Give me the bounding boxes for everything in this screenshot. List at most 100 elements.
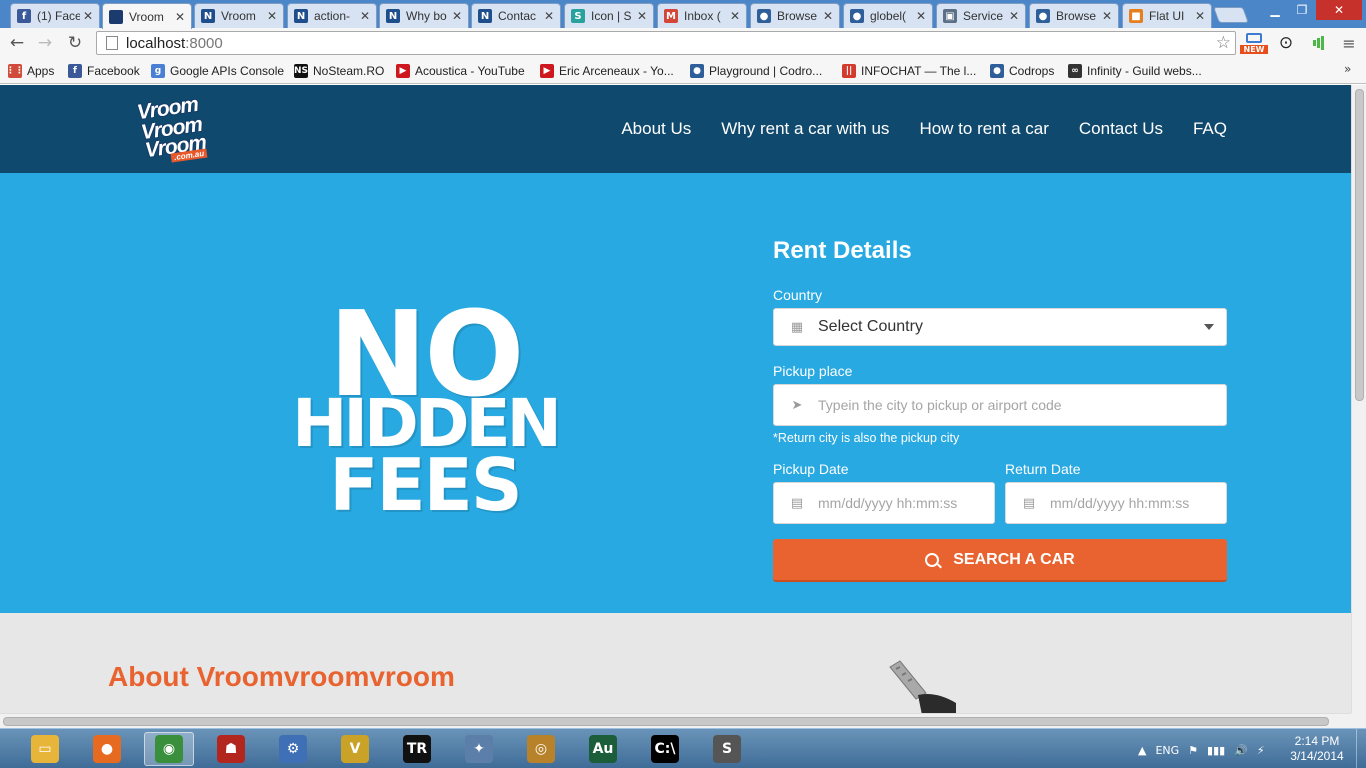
bookmark-item[interactable]: ● Codrops — [990, 62, 1054, 80]
nav-about-us[interactable]: About Us — [621, 119, 691, 139]
restore-icon[interactable]: ❐ — [1289, 0, 1315, 20]
bookmark-item[interactable]: ▶ Acoustica - YouTube — [396, 62, 525, 80]
browser-tab[interactable]: Vroom ✕ — [102, 3, 192, 29]
back-arrow-icon[interactable]: ← — [6, 32, 28, 54]
network-icon[interactable]: ▮▮▮ — [1207, 744, 1225, 757]
vertical-scrollbar[interactable] — [1351, 85, 1366, 713]
search-car-button[interactable]: SEARCH A CAR — [773, 539, 1227, 582]
tab-close-icon[interactable]: ✕ — [637, 9, 647, 23]
return-date-input[interactable]: ▤ mm/dd/yyyy hh:mm:ss — [1005, 482, 1227, 524]
tab-close-icon[interactable]: ✕ — [83, 9, 93, 23]
tab-close-icon[interactable]: ✕ — [1195, 9, 1205, 23]
taskbar-app[interactable]: ▭ — [20, 732, 70, 766]
building-icon: ▦ — [790, 319, 804, 335]
return-city-hint: *Return city is also the pickup city — [773, 431, 960, 445]
tab-title: Service — [963, 9, 1004, 23]
bookmark-item[interactable]: g Google APIs Console — [151, 62, 284, 80]
country-select[interactable]: ▦ Select Country — [773, 308, 1227, 346]
taskbar-app[interactable]: Au — [578, 732, 628, 766]
taskbar-app[interactable]: V — [330, 732, 380, 766]
bookmark-item[interactable]: ▶ Eric Arceneaux - Yo... — [540, 62, 674, 80]
browser-tab[interactable]: ■ Flat UI ✕ — [1122, 3, 1212, 28]
taskbar-app[interactable]: ☗ — [206, 732, 256, 766]
network-tool-icon: ⚙ — [279, 735, 307, 763]
taskbar-app[interactable]: TR — [392, 732, 442, 766]
show-hidden-icons-icon[interactable]: ▲ — [1138, 744, 1146, 757]
pickup-place-input[interactable]: ➤ Typein the city to pickup or airport c… — [773, 384, 1227, 426]
browser-tab[interactable]: S Icon | S ✕ — [564, 3, 654, 28]
browser-tab[interactable]: N Contac ✕ — [471, 3, 561, 28]
browser-tab[interactable]: Naction- ✕ — [287, 3, 377, 28]
nav-how-to-rent[interactable]: How to rent a car — [919, 119, 1048, 139]
tab-close-icon[interactable]: ✕ — [730, 9, 740, 23]
taskbar-app[interactable]: S — [702, 732, 752, 766]
taskbar-app[interactable]: ● — [82, 732, 132, 766]
address-bar[interactable]: localhost:8000 ☆ — [96, 31, 1236, 55]
apps-grid-icon: ⋮⋮ — [6, 64, 24, 78]
bookmark-item[interactable]: f Facebook — [68, 62, 140, 80]
browser-tab[interactable]: f (1) Face ✕ — [10, 3, 100, 28]
tab-title: Browse — [777, 9, 818, 23]
browser-tab[interactable]: N Vroom ✕ — [194, 3, 284, 28]
calendar-icon: ▤ — [790, 495, 804, 511]
power-icon[interactable]: ⚡ — [1257, 744, 1265, 757]
vroom-logo[interactable]: Vroom Vroom Vroom .com.au — [131, 92, 227, 167]
nav-faq[interactable]: FAQ — [1193, 119, 1227, 139]
tab-close-icon[interactable]: ✕ — [916, 9, 926, 23]
tab-title: action- — [314, 9, 351, 23]
tab-close-icon[interactable]: ✕ — [544, 9, 554, 23]
tab-close-icon[interactable]: ✕ — [452, 9, 462, 23]
bookmarks-overflow-icon[interactable]: » — [1344, 62, 1351, 76]
browser-tab[interactable]: N Why bo ✕ — [379, 3, 469, 28]
taskbar-clock[interactable]: 2:14 PM 3/14/2014 — [1284, 734, 1350, 764]
bookmark-star-icon[interactable]: ☆ — [1216, 33, 1231, 53]
taskbar-app[interactable]: C:\ — [640, 732, 690, 766]
bookmark-label: Playground | Codro... — [709, 64, 823, 78]
tab-close-icon[interactable]: ✕ — [360, 9, 370, 23]
bookmark-item[interactable]: ● Playground | Codro... — [690, 62, 822, 80]
taskbar-app[interactable]: ⚙ — [268, 732, 318, 766]
close-window-icon[interactable]: ✕ — [1316, 0, 1362, 20]
circle-extension-icon[interactable]: ⊙ — [1275, 32, 1297, 54]
browser-tab[interactable]: ● Browse ✕ — [750, 3, 840, 28]
bookmark-item[interactable]: || INFOCHAT — The l... — [842, 62, 976, 80]
bookmark-item[interactable]: ∞ Infinity - Guild webs... — [1068, 62, 1202, 80]
browser-tab[interactable]: ● Browse ✕ — [1029, 3, 1119, 28]
tab-close-icon[interactable]: ✕ — [175, 10, 185, 24]
browser-tab[interactable]: ● globel(✕ — [843, 3, 933, 28]
taskbar-app[interactable]: ✦ — [454, 732, 504, 766]
bookmark-label: Apps — [27, 64, 55, 78]
system-tray: ▲ ENG ⚑ ▮▮▮ 🔊 ⚡ — [1138, 740, 1274, 760]
no-hidden-fees-graphic: NO HIDDEN FEES — [268, 295, 582, 521]
volume-icon[interactable]: 🔊 — [1234, 744, 1248, 757]
nav-contact-us[interactable]: Contact Us — [1079, 119, 1163, 139]
forward-arrow-icon[interactable]: → — [34, 32, 56, 54]
show-desktop-button[interactable] — [1356, 729, 1366, 768]
bookmark-label: INFOCHAT — The l... — [861, 64, 977, 78]
signal-extension-icon[interactable] — [1308, 32, 1330, 54]
pickup-date-input[interactable]: ▤ mm/dd/yyyy hh:mm:ss — [773, 482, 995, 524]
bookmark-item[interactable]: NS NoSteam.RO — [294, 62, 384, 80]
tab-close-icon[interactable]: ✕ — [1102, 9, 1112, 23]
new-tab-button[interactable] — [1213, 7, 1249, 23]
chrome-menu-icon[interactable]: ≡ — [1338, 32, 1360, 54]
bookmark-item[interactable]: ⋮⋮ Apps — [6, 62, 55, 80]
nav-why-rent[interactable]: Why rent a car with us — [721, 119, 889, 139]
taskbar-app[interactable]: ◉ — [144, 732, 194, 766]
minimize-icon[interactable]: ▁ — [1262, 0, 1288, 20]
tab-close-icon[interactable]: ✕ — [267, 9, 277, 23]
tab-close-icon[interactable]: ✕ — [1009, 9, 1019, 23]
youtube-icon: ▶ — [396, 64, 410, 78]
browser-tab[interactable]: ▣ Service ✕ — [936, 3, 1026, 28]
new-extension-icon[interactable]: NEW — [1240, 32, 1268, 54]
action-center-icon[interactable]: ⚑ — [1188, 744, 1198, 757]
pickup-date-placeholder: mm/dd/yyyy hh:mm:ss — [818, 495, 958, 511]
horizontal-scrollbar[interactable] — [0, 713, 1351, 728]
browser-tab[interactable]: M Inbox (✕ — [657, 3, 747, 28]
language-icon[interactable]: ENG — [1155, 744, 1179, 757]
reload-icon[interactable]: ↻ — [64, 32, 86, 54]
taskbar-app[interactable]: ◎ — [516, 732, 566, 766]
tab-close-icon[interactable]: ✕ — [823, 9, 833, 23]
tab-title: Icon | S — [591, 9, 632, 23]
country-value: Select Country — [818, 318, 923, 335]
